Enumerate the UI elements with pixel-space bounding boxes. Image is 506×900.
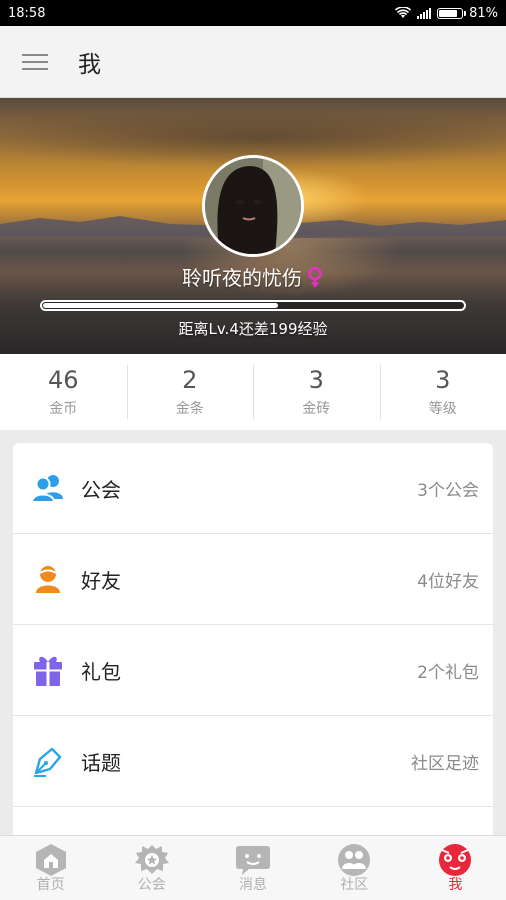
page-title: 我 (78, 51, 101, 78)
menu-item-label: 礼包 (81, 659, 121, 684)
tab-me[interactable]: 我 (405, 836, 506, 900)
xp-progress-bar (40, 300, 466, 311)
battery-icon (437, 7, 467, 19)
tab-messages[interactable]: 消息 (202, 836, 303, 900)
stat-gold-bricks[interactable]: 3 金砖 (253, 354, 380, 430)
avatar[interactable] (202, 155, 304, 257)
status-icons: 81% (395, 6, 498, 21)
stats-panel: 46 金币 2 金条 3 金砖 3 等级 (0, 354, 506, 430)
tab-label: 我 (448, 877, 463, 893)
tab-label: 社区 (340, 877, 369, 893)
menu-item-value: 2个礼包 (417, 662, 479, 683)
gift-icon (31, 653, 65, 687)
tab-label: 首页 (36, 877, 65, 893)
signal-icon (417, 7, 432, 19)
tab-label: 公会 (137, 877, 166, 893)
username: 聆听夜的忧伤 (182, 266, 302, 290)
menu-card: 公会 3个公会 好友 4位好友 礼包 2个礼包 话题 社区足迹 (13, 443, 493, 843)
stat-label: 金砖 (302, 401, 331, 417)
wifi-icon (395, 7, 412, 18)
stat-label: 等级 (428, 401, 457, 417)
stat-gold-bars[interactable]: 2 金条 (126, 354, 254, 430)
menu-item-guild[interactable]: 公会 3个公会 (13, 443, 493, 534)
menu-item-value: 社区足迹 (411, 753, 479, 774)
bottom-tab-bar: 首页 公会 消息 社区 我 (0, 835, 506, 900)
hamburger-menu-icon[interactable] (0, 26, 70, 98)
pen-icon (31, 744, 65, 778)
home-icon (35, 844, 66, 876)
friend-icon (31, 562, 65, 596)
menu-item-gifts[interactable]: 礼包 2个礼包 (13, 625, 493, 716)
community-icon (338, 844, 371, 876)
tab-community[interactable]: 社区 (304, 836, 405, 900)
menu-item-label: 话题 (81, 750, 121, 775)
tab-guild[interactable]: 公会 (101, 836, 202, 900)
xp-remaining-text: 距离Lv.4还差199经验 (178, 320, 328, 338)
me-icon (439, 844, 472, 876)
menu-item-topics[interactable]: 话题 社区足迹 (13, 716, 493, 807)
stat-value: 3 (308, 366, 324, 394)
menu-item-value: 4位好友 (417, 571, 479, 592)
stat-value: 3 (435, 366, 451, 394)
stat-value: 46 (47, 366, 79, 394)
stat-value: 2 (182, 366, 198, 394)
app-bar: 我 (0, 26, 506, 98)
tab-label: 消息 (239, 877, 267, 893)
menu-item-friends[interactable]: 好友 4位好友 (13, 534, 493, 625)
stat-label: 金币 (49, 401, 78, 417)
status-bar: 18:58 81% (0, 0, 506, 26)
status-time: 18:58 (8, 5, 46, 21)
username-row: 聆听夜的忧伤 (0, 262, 506, 291)
female-icon (308, 266, 322, 287)
guild-icon (134, 845, 169, 874)
stat-gold-coins[interactable]: 46 金币 (0, 354, 127, 430)
menu-item-label: 好友 (81, 568, 121, 593)
stat-label: 金条 (175, 401, 204, 417)
profile-banner: 聆听夜的忧伤 距离Lv.4还差199经验 (0, 98, 506, 354)
menu-item-label: 公会 (81, 477, 121, 502)
message-icon (236, 846, 270, 875)
stat-level[interactable]: 3 等级 (379, 354, 506, 430)
menu-item-value: 3个公会 (417, 480, 479, 501)
guild-icon (31, 471, 65, 505)
tab-home[interactable]: 首页 (0, 836, 101, 900)
battery-percent: 81% (469, 5, 498, 21)
